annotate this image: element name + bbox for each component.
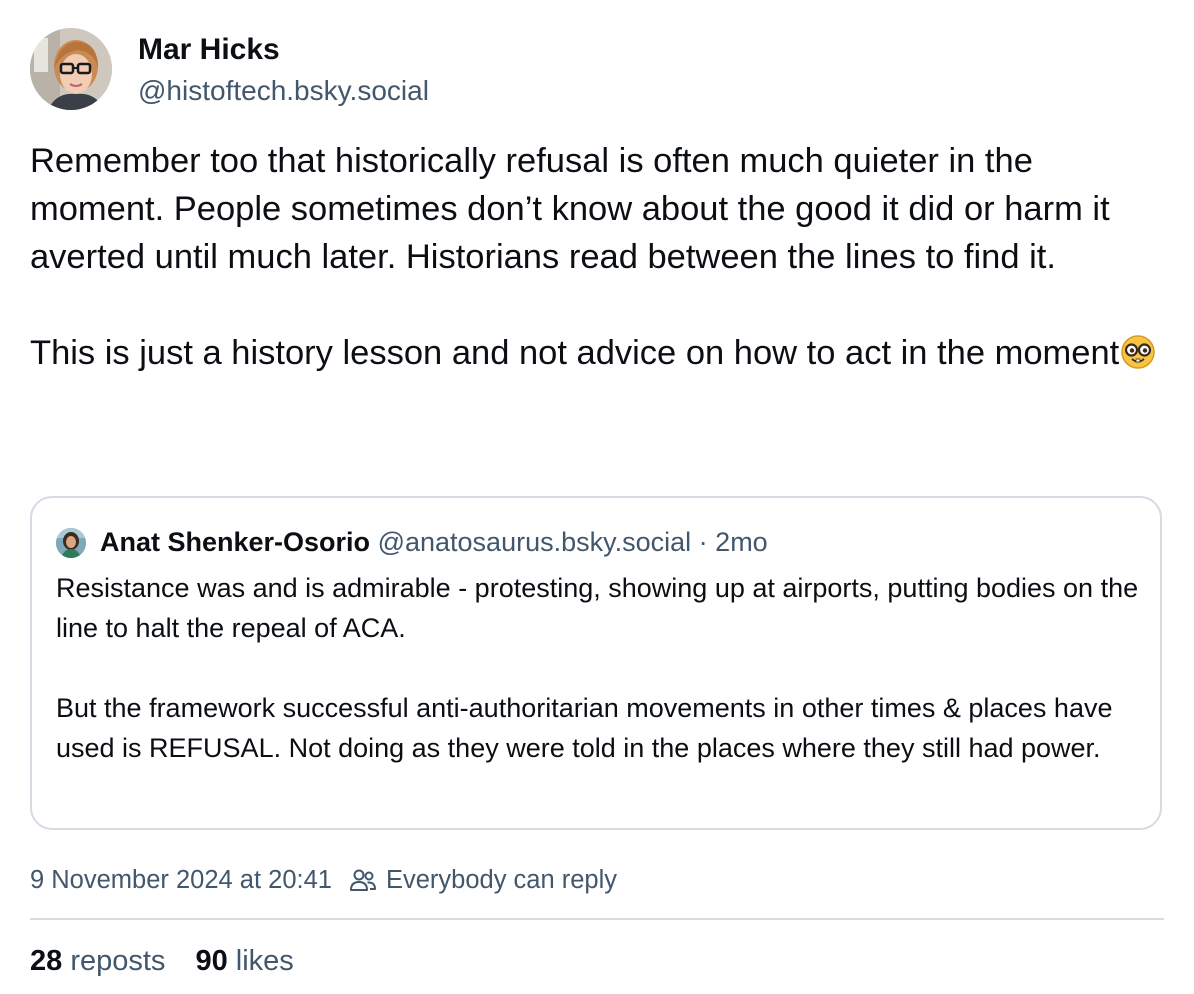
likes-stat[interactable]: 90 likes [195,945,293,977]
post-thread-view: Mar Hicks @histoftech.bsky.social Rememb… [0,0,1194,994]
quoted-post-card[interactable]: Anat Shenker-Osorio @anatosaurus.bsky.so… [30,496,1162,830]
quoted-post-paragraph: But the framework successful anti-author… [56,693,1113,763]
quoted-post-age: 2mo [715,527,768,557]
quoted-post-separator: · [698,527,708,557]
reposts-label: reposts [70,945,166,977]
reposts-count: 28 [30,945,63,977]
post-timestamp[interactable]: 9 November 2024 at 20:41 [30,862,332,898]
reply-setting-label: Everybody can reply [385,866,618,894]
quoted-author-display-name: Anat Shenker-Osorio [100,527,371,557]
reposts-stat[interactable]: 28 reposts [30,945,165,977]
author-display-name[interactable]: Mar Hicks [138,32,280,68]
quoted-post-body: Resistance was and is admirable - protes… [56,568,1146,768]
people-icon [349,869,376,891]
divider [30,918,1164,920]
likes-label: likes [235,945,294,977]
author-handle[interactable]: @histoftech.bsky.social [138,73,429,109]
post-paragraph: Remember too that historically refusal i… [30,142,1110,276]
likes-count: 90 [195,945,228,977]
quoted-author-avatar-image [56,528,86,558]
post-body: Remember too that historically refusal i… [30,137,1170,377]
post-paragraph-text: This is just a history lesson and not ad… [30,334,1120,372]
author-avatar[interactable] [30,28,112,110]
post-meta: 9 November 2024 at 20:41 Everybody can r… [30,862,617,898]
quoted-author-avatar [56,528,86,558]
post-paragraph-with-emoji: This is just a history lesson and not ad… [30,329,1170,377]
post-stats: 28 reposts 90 likes [30,943,294,979]
quoted-post-header: Anat Shenker-Osorio @anatosaurus.bsky.so… [100,524,768,560]
nerd-face-emoji-icon [1121,335,1155,369]
quoted-author-handle: @anatosaurus.bsky.social [377,527,692,557]
quoted-post-paragraph: Resistance was and is admirable - protes… [56,573,1139,643]
author-avatar-image [30,28,112,110]
